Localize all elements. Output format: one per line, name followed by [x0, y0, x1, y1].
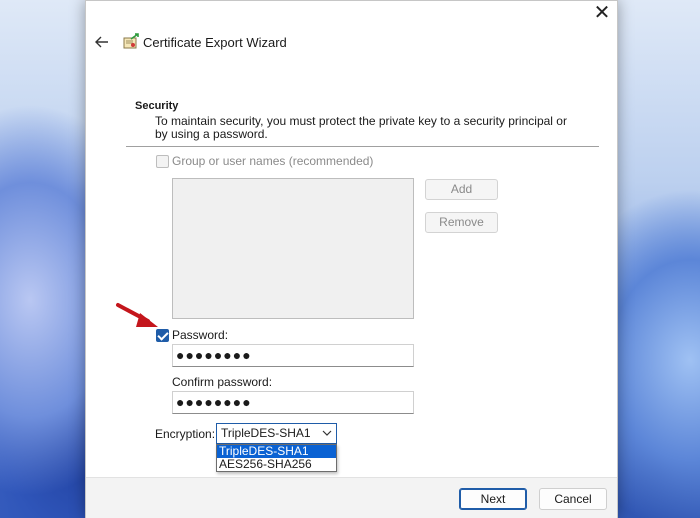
back-button[interactable] — [93, 33, 111, 51]
chevron-down-icon — [322, 430, 332, 436]
confirm-password-input[interactable]: ●●●●●●●● — [172, 391, 414, 414]
group-names-label: Group or user names (recommended) — [172, 154, 374, 168]
encryption-select[interactable]: TripleDES-SHA1 — [216, 423, 337, 444]
encryption-dropdown-list: TripleDES-SHA1 AES256-SHA256 — [216, 444, 337, 472]
password-label: Password: — [172, 328, 229, 342]
password-checkbox[interactable] — [156, 329, 169, 342]
group-names-checkbox[interactable] — [156, 155, 169, 168]
back-arrow-icon — [95, 36, 108, 48]
wizard-title: Certificate Export Wizard — [143, 35, 287, 50]
remove-button[interactable]: Remove — [425, 212, 498, 233]
certificate-export-wizard-dialog: ✕ Certificate Export Wizard Security To … — [85, 0, 618, 518]
close-icon: ✕ — [593, 2, 611, 24]
certificate-icon — [122, 33, 140, 51]
security-description: To maintain security, you must protect t… — [155, 114, 567, 141]
encryption-selected-value: TripleDES-SHA1 — [221, 426, 311, 440]
password-input[interactable]: ●●●●●●●● — [172, 344, 414, 367]
cancel-button[interactable]: Cancel — [539, 488, 607, 510]
group-names-listbox[interactable] — [172, 178, 414, 319]
close-button[interactable]: ✕ — [591, 3, 613, 25]
section-divider — [126, 146, 599, 147]
add-button[interactable]: Add — [425, 179, 498, 200]
encryption-option-aes256[interactable]: AES256-SHA256 — [217, 458, 336, 471]
encryption-label: Encryption: — [155, 427, 216, 441]
annotation-arrow-icon — [116, 303, 158, 327]
next-button[interactable]: Next — [459, 488, 527, 510]
confirm-password-label: Confirm password: — [172, 375, 273, 389]
security-heading: Security — [135, 100, 179, 112]
dialog-footer: Next Cancel — [86, 477, 617, 518]
